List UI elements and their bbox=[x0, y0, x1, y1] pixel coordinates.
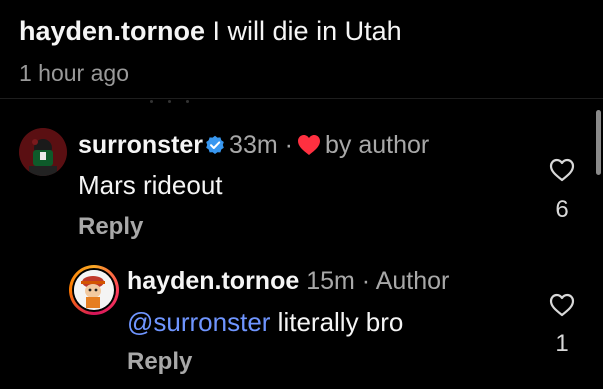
divider bbox=[0, 98, 603, 99]
heart-outline-icon[interactable] bbox=[549, 158, 575, 182]
comment-username[interactable]: surronster bbox=[78, 131, 203, 159]
caption-text: I will die in Utah bbox=[212, 16, 402, 46]
verified-badge-icon bbox=[206, 135, 224, 154]
caption: hayden.tornoe I will die in Utah bbox=[19, 14, 402, 48]
avatar[interactable] bbox=[19, 128, 67, 176]
mention-link[interactable]: @surronster bbox=[127, 307, 270, 337]
like-count: 1 bbox=[555, 330, 569, 357]
caption-username[interactable]: hayden.tornoe bbox=[19, 16, 205, 46]
comment-header: surronster 33m · by author bbox=[78, 129, 429, 161]
heart-filled-icon bbox=[297, 135, 320, 155]
reply-button[interactable]: Reply bbox=[127, 347, 192, 377]
comment-text: Mars rideout bbox=[78, 170, 223, 200]
comment-body-text: literally bro bbox=[277, 307, 404, 337]
avatar[interactable] bbox=[69, 265, 119, 315]
comment-username[interactable]: hayden.tornoe bbox=[127, 267, 299, 295]
comment-text: @surronster literally bro bbox=[127, 305, 403, 339]
comment-header: hayden.tornoe 15m · Author bbox=[127, 265, 449, 297]
meta-separator: · bbox=[284, 131, 293, 159]
meta-separator: · bbox=[361, 267, 371, 295]
reply-button[interactable]: Reply bbox=[78, 212, 143, 242]
comment-timestamp: 15m bbox=[306, 267, 355, 295]
like-count: 6 bbox=[555, 196, 569, 223]
liked-by-author-label: by author bbox=[324, 131, 430, 159]
caption-timestamp: 1 hour ago bbox=[19, 60, 129, 86]
scrollbar[interactable] bbox=[596, 110, 601, 175]
heart-outline-icon[interactable] bbox=[549, 293, 575, 317]
author-badge: Author bbox=[375, 267, 450, 295]
divider-dots bbox=[150, 100, 190, 106]
comment-timestamp: 33m bbox=[229, 131, 278, 159]
